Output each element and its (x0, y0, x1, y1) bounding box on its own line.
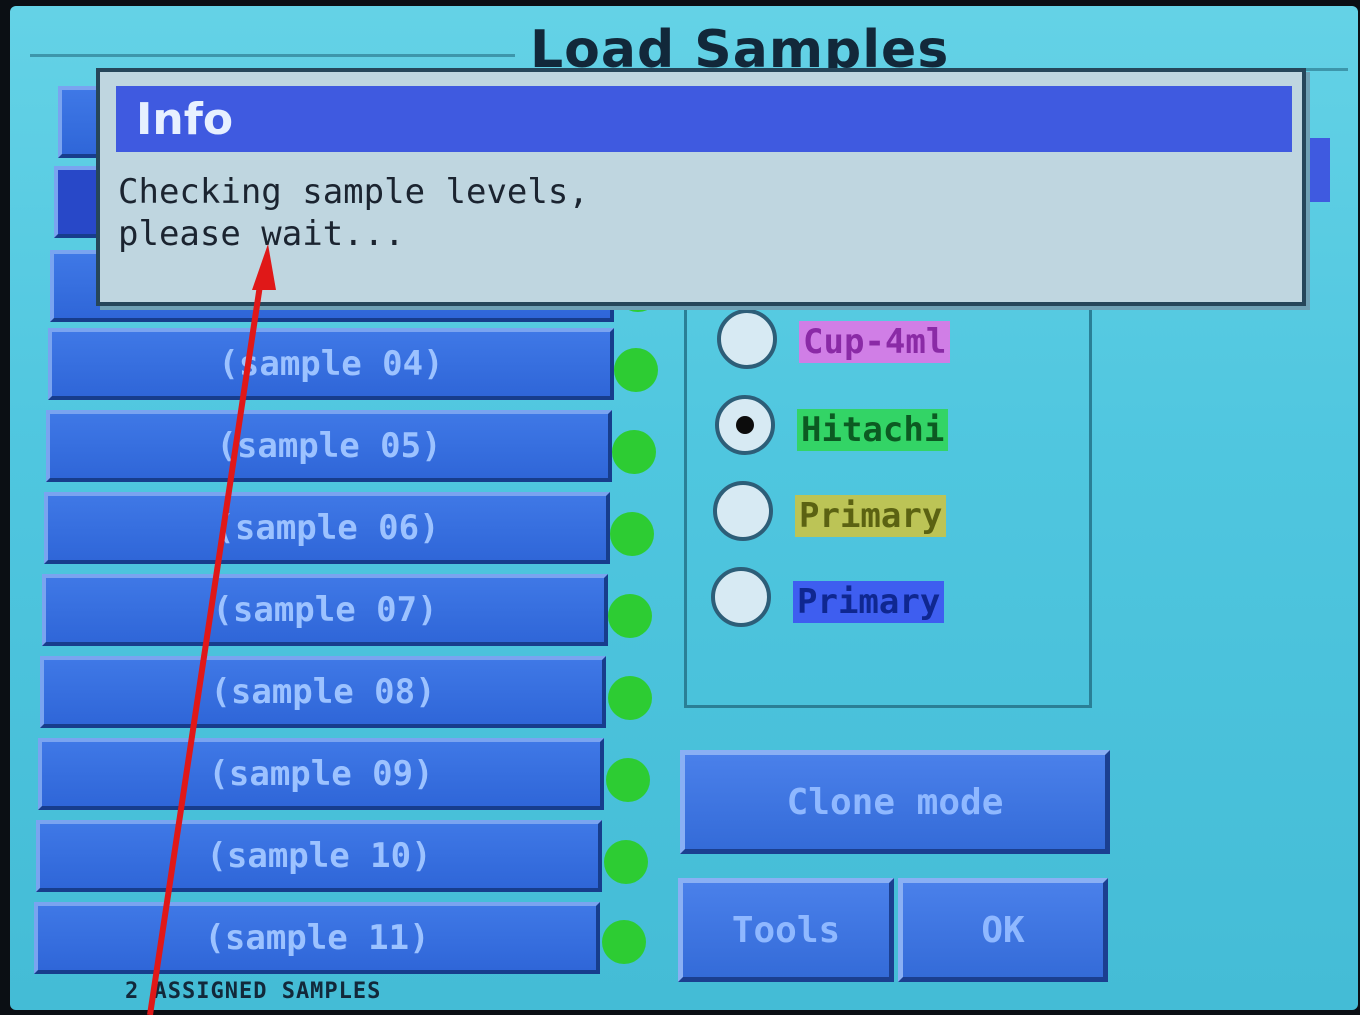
annotation-arrow (147, 244, 276, 1015)
arrow-head-icon (252, 244, 276, 290)
arrow-shaft (147, 271, 265, 1015)
